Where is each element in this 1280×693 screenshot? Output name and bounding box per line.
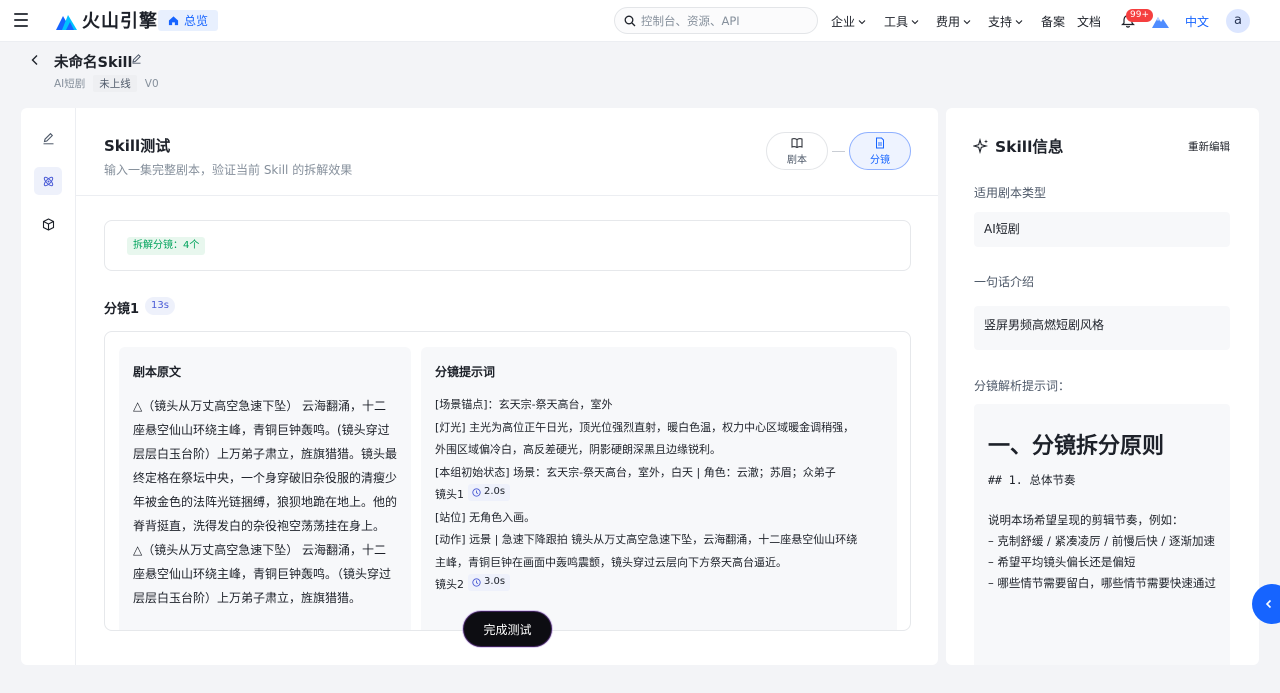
- shot-card: 剧本原文 △（镜头从万丈高空急速下坠） 云海翻涌，十二座悬空仙山环绕主峰，青铜巨…: [104, 331, 911, 631]
- clock-icon: [472, 578, 481, 587]
- nav-menu-label: 企业: [831, 15, 856, 29]
- chevron-left-icon: [1265, 599, 1272, 609]
- book-icon: [791, 137, 803, 148]
- nav-menu-label: 支持: [988, 15, 1013, 29]
- version-label: V0: [144, 77, 159, 90]
- test-title: Skill测试: [104, 137, 171, 155]
- avatar[interactable]: a: [1226, 9, 1250, 33]
- markdown-line: – 希望平均镜头偏长还是偏短: [988, 555, 1136, 569]
- step-label: 剧本: [787, 154, 807, 166]
- step-storyboard[interactable]: 分镜: [849, 132, 911, 170]
- markdown-heading: 一、分镜拆分原则: [988, 434, 1165, 459]
- shot-title: 分镜1: [104, 302, 140, 317]
- chevron-down-icon: [963, 19, 971, 24]
- prompt-column-title: 分镜提示词: [435, 365, 496, 379]
- markdown-subheading: ## 1. 总体节奏: [988, 473, 1076, 487]
- rail-edit-button[interactable]: [34, 124, 62, 152]
- test-header: Skill测试 输入一集完整剧本，验证当前 Skill 的拆解效果 剧本 分镜: [76, 108, 938, 196]
- home-icon: [168, 16, 179, 26]
- nav-menu-tools[interactable]: 工具: [884, 13, 919, 30]
- script-column-title: 剧本原文: [133, 365, 182, 379]
- prompt-line: [动作] 远景 | 急速下降跟拍 镜头从万丈高空急速下坠，云海翻涌，十二座悬空仙…: [435, 533, 858, 546]
- document-icon: [876, 137, 884, 148]
- nav-link-docs[interactable]: 文档: [1077, 13, 1101, 30]
- step-script[interactable]: 剧本: [766, 132, 828, 170]
- language-switch[interactable]: 中文: [1185, 13, 1209, 30]
- script-text: △（镜头从万丈高空急速下坠） 云海翻涌，十二座悬空仙山环绕主峰，青铜巨钟轰鸣。(…: [133, 399, 398, 605]
- sparkle-icon: [973, 138, 989, 154]
- brand-name: 火山引擎: [82, 11, 158, 32]
- prompt-column: 分镜提示词 [场景锚点]：玄天宗-祭天高台，室外 [灯光] 主光为高位正午日光，…: [421, 347, 897, 630]
- search-icon: [624, 15, 636, 26]
- brand[interactable]: 火山引擎: [56, 9, 158, 32]
- intro-label: 一句话介绍: [974, 275, 1035, 289]
- shot-label: 镜头1: [435, 488, 464, 501]
- shot-count-badge: 拆解分镜：4个: [127, 237, 206, 255]
- top-navigation: 火山引擎 总览 企业 工具 费用 支持 备案 文档 99+ 中文 a: [0, 0, 1280, 42]
- atom-icon: [43, 176, 53, 186]
- search-box[interactable]: [614, 7, 818, 34]
- cube-icon: [42, 217, 54, 231]
- type-value: AI短剧: [974, 212, 1230, 247]
- prompt-label: 分镜解析提示词：: [974, 379, 1071, 393]
- markdown-line: – 哪些情节需要留白，哪些情节需要快速通过: [988, 576, 1216, 590]
- step-label: 分镜: [870, 154, 890, 166]
- chevron-down-icon: [858, 19, 866, 24]
- clock-icon: [472, 488, 481, 497]
- shot-row: 镜头2 3.0s: [435, 574, 883, 597]
- prompt-line: 外围区域偏冷白，高反差硬光，阴影硬朗深黑且边缘锐利。: [435, 443, 721, 456]
- script-column: 剧本原文 △（镜头从万丈高空急速下坠） 云海翻涌，十二座悬空仙山环绕主峰，青铜巨…: [119, 347, 411, 630]
- menu-icon[interactable]: [14, 13, 28, 27]
- type-label: 适用剧本类型: [974, 186, 1047, 200]
- prompt-line: [站位] 无角色入画。: [435, 510, 536, 524]
- chevron-down-icon: [911, 19, 919, 24]
- nav-menu-billing[interactable]: 费用: [936, 13, 971, 30]
- category-label: AI短剧: [54, 78, 86, 90]
- overview-label: 总览: [184, 14, 209, 28]
- page-title: 未命名Skill: [54, 55, 133, 71]
- finish-test-button[interactable]: 完成测试: [463, 611, 552, 647]
- skill-test-panel: Skill测试 输入一集完整剧本，验证当前 Skill 的拆解效果 剧本 分镜 …: [21, 108, 938, 665]
- nav-menu-label: 工具: [884, 15, 909, 29]
- markdown-line: 说明本场希望呈现的剪辑节奏，例如：: [988, 513, 1184, 527]
- nav-menu-support[interactable]: 支持: [988, 13, 1023, 30]
- skill-meta: AI短剧 未上线 V0: [54, 75, 159, 92]
- shot-count-card: 拆解分镜：4个: [104, 220, 911, 271]
- step-connector: [832, 151, 845, 152]
- status-badge: 未上线: [93, 75, 137, 92]
- nav-link-filing[interactable]: 备案: [1041, 13, 1065, 30]
- prompt-line: [灯光] 主光为高位正午日光，顶光位强烈直射，暖白色温，权力中心区域暖金调稍强，: [435, 420, 855, 434]
- side-rail: [21, 108, 76, 665]
- re-edit-button[interactable]: 重新编辑: [1188, 139, 1230, 154]
- shot-timing: 3.0s: [468, 574, 511, 591]
- info-title: Skill信息: [995, 138, 1064, 156]
- rail-test-button[interactable]: [34, 167, 62, 195]
- chevron-down-icon: [1015, 19, 1023, 24]
- back-arrow-icon[interactable]: [30, 54, 40, 66]
- test-subtitle: 输入一集完整剧本，验证当前 Skill 的拆解效果: [104, 163, 353, 177]
- markdown-line: – 克制舒缓 / 紧凑凌厉 / 前慢后快 / 逐渐加速: [988, 534, 1215, 548]
- prompt-line: [场景锚点]：玄天宗-祭天高台，室外: [435, 398, 613, 411]
- shot-row: 镜头1 2.0s: [435, 484, 883, 507]
- shot-duration-badge: 13s: [145, 297, 175, 315]
- overview-button[interactable]: 总览: [158, 10, 219, 31]
- shot-label: 镜头2: [435, 578, 464, 591]
- notification-badge: 99+: [1126, 9, 1153, 22]
- nav-menu-enterprise[interactable]: 企业: [831, 13, 866, 30]
- search-input[interactable]: [641, 13, 811, 28]
- rail-publish-button[interactable]: [34, 210, 62, 238]
- edit-icon: [43, 132, 53, 144]
- mountain-icon[interactable]: [1152, 13, 1169, 28]
- info-header: Skill信息: [973, 135, 1063, 157]
- edit-pencil-icon[interactable]: [131, 53, 142, 64]
- intro-value: 竖屏男频高燃短剧风格: [974, 306, 1230, 350]
- shot-time: 2.0s: [484, 486, 506, 498]
- prompt-markdown: 一、分镜拆分原则 ## 1. 总体节奏 说明本场希望呈现的剪辑节奏，例如： – …: [974, 404, 1230, 665]
- volcano-logo-icon: [56, 14, 77, 30]
- nav-menu-label: 费用: [936, 15, 961, 29]
- shot-time: 3.0s: [484, 576, 506, 588]
- shot-timing: 2.0s: [468, 484, 511, 501]
- skill-info-panel: Skill信息 重新编辑 适用剧本类型 AI短剧 一句话介绍 竖屏男频高燃短剧风…: [946, 108, 1259, 665]
